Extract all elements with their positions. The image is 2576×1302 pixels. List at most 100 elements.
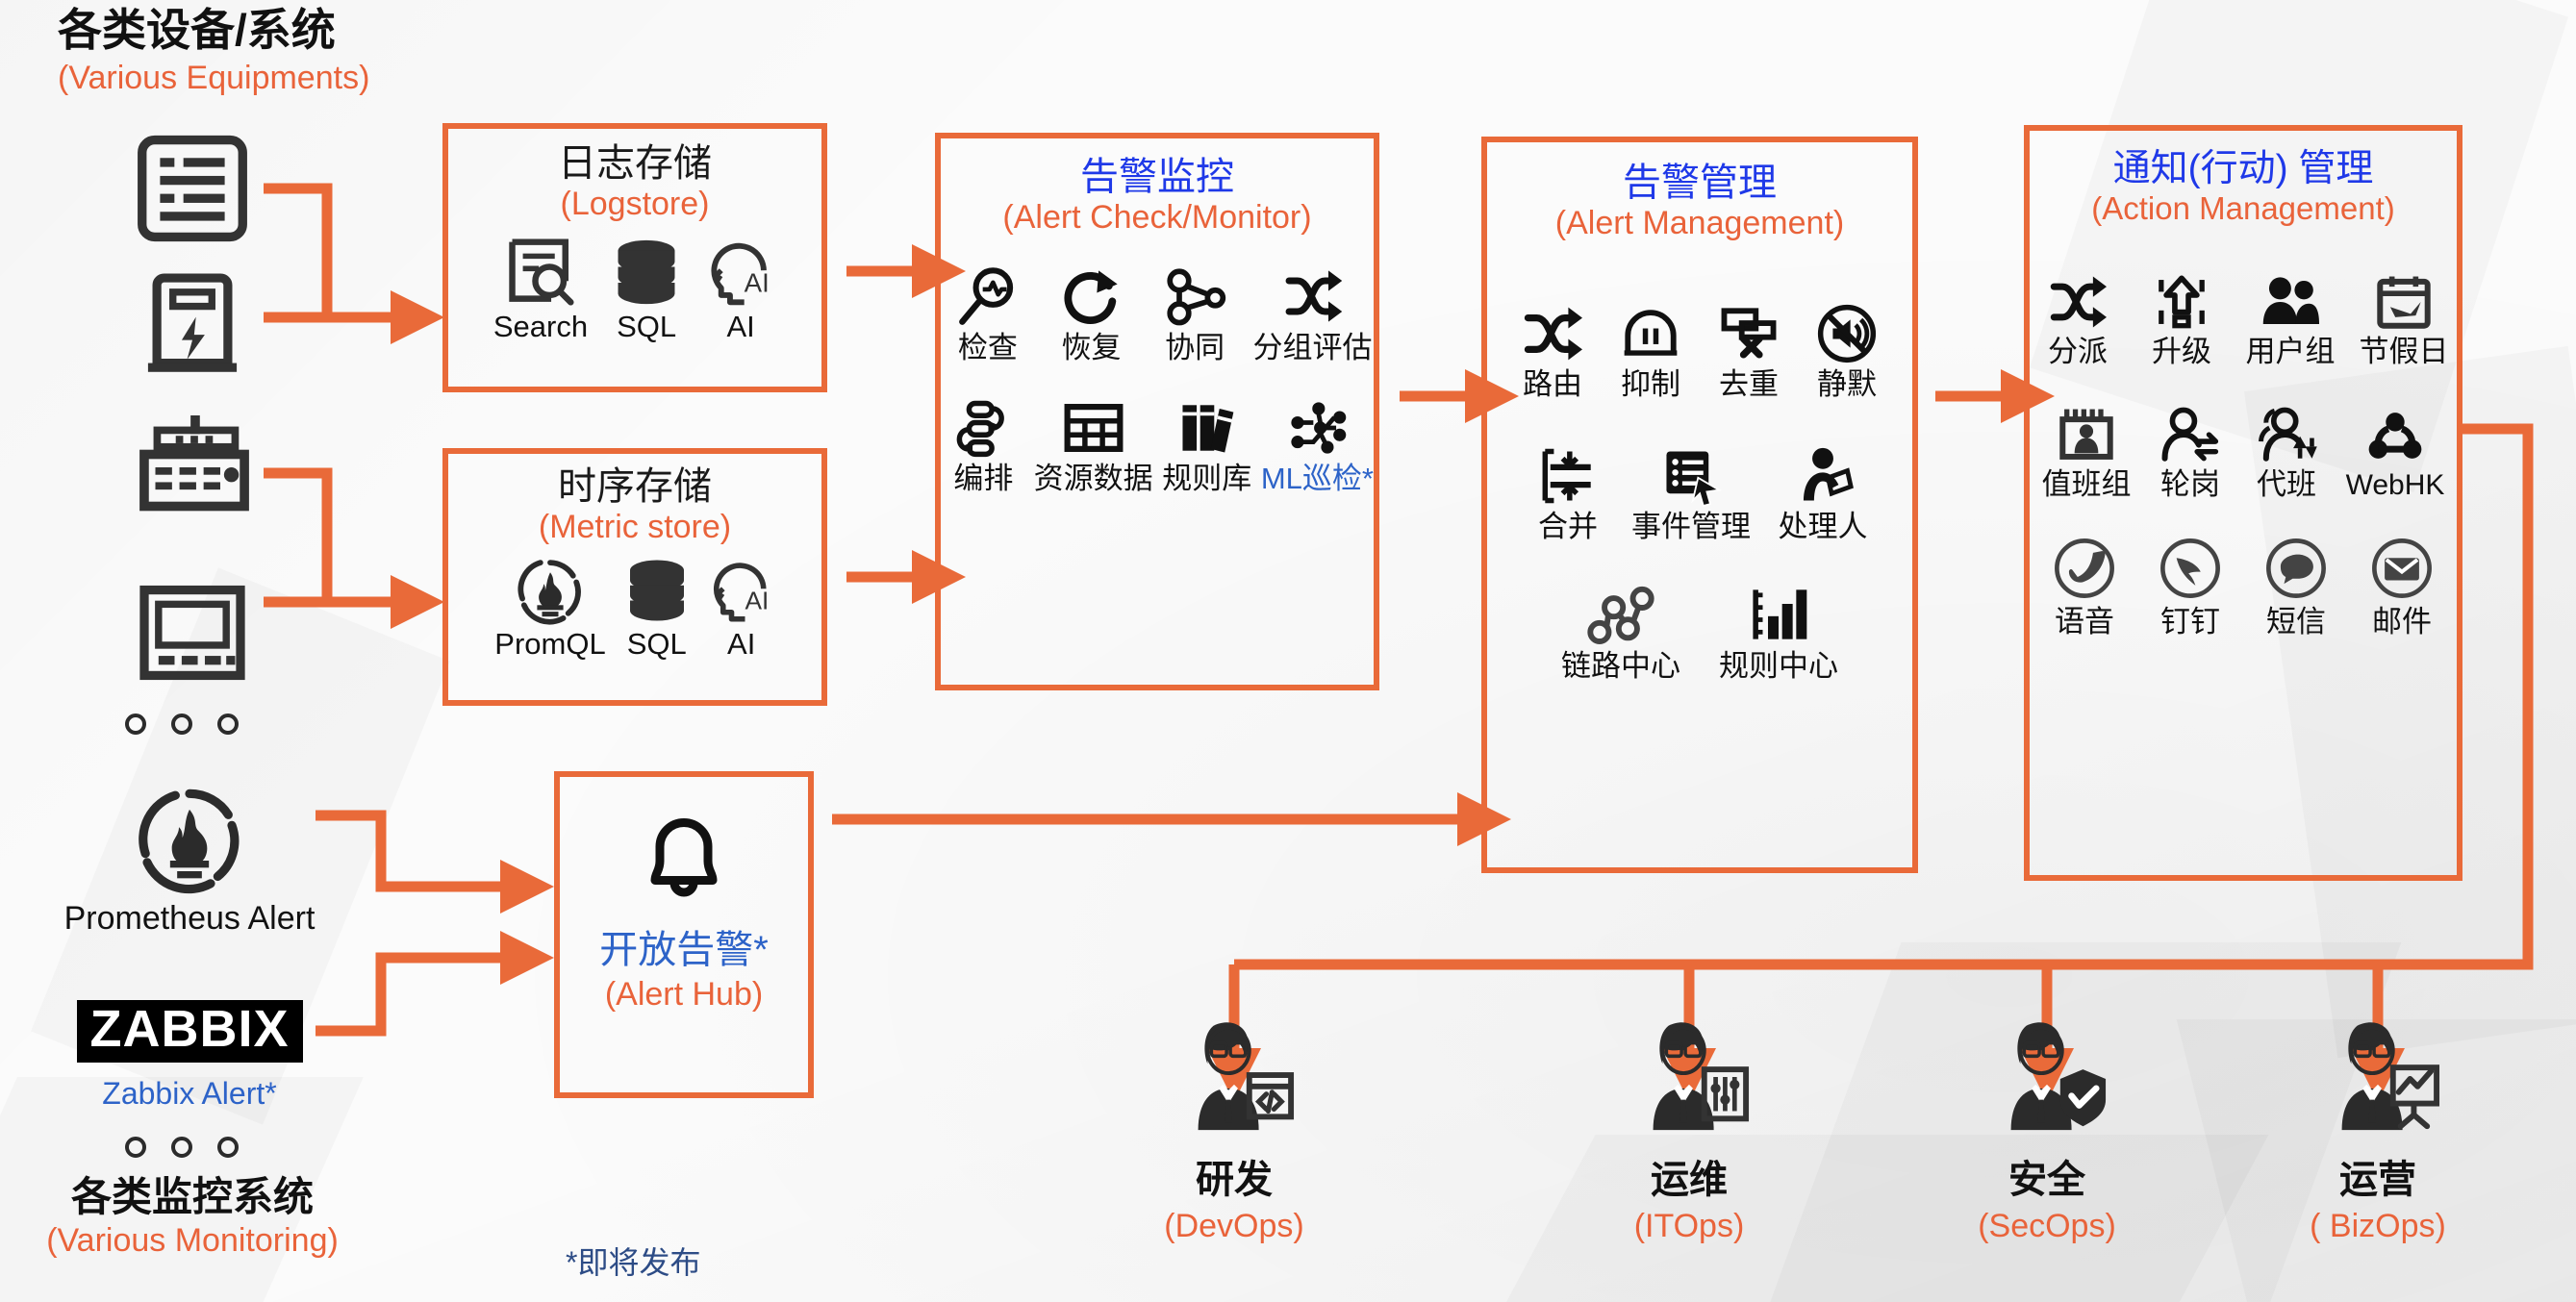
alert-check-item-ml-inspection[interactable]: ML巡检* bbox=[1261, 398, 1374, 495]
action-item-escalate[interactable]: 升级 bbox=[2134, 273, 2230, 368]
alert-mgmt-item-incident[interactable]: 事件管理 bbox=[1626, 446, 1756, 543]
persona-bizops-en: ( BizOps) bbox=[2310, 1208, 2446, 1244]
persona-secops-en: (SecOps) bbox=[1978, 1208, 2116, 1244]
refresh-circular-icon bbox=[1060, 265, 1124, 327]
alert-check-monitor-box[interactable]: 告警监控 (Alert Check/Monitor) 检查 恢复 协同 分组评估… bbox=[935, 133, 1379, 690]
alert-management-box[interactable]: 告警管理 (Alert Management) 路由 抑制 去重 静默 合并 事… bbox=[1481, 137, 1918, 873]
monitoring-heading-en: (Various Monitoring) bbox=[46, 1222, 339, 1260]
bar-chart-icon bbox=[1747, 584, 1810, 645]
action-item-sms[interactable]: 短信 bbox=[2248, 536, 2344, 638]
dot bbox=[217, 714, 239, 735]
alert-mgmt-title-en: (Alert Management) bbox=[1554, 204, 1845, 241]
action-management-box[interactable]: 通知(行动) 管理 (Action Management) 分派 升级 用户组 … bbox=[2024, 125, 2462, 881]
magnifier-pulse-icon bbox=[956, 265, 1020, 327]
persona-itops[interactable]: 运维 (ITOps) bbox=[1564, 1015, 1814, 1245]
ml-circuit-icon bbox=[1285, 398, 1349, 458]
alert-check-row-2: 编排 资源数据 规则库 ML巡检* bbox=[941, 398, 1374, 495]
alert-mgmt-item-suppress[interactable]: 抑制 bbox=[1607, 304, 1694, 401]
alert-check-label-rule-library: 规则库 bbox=[1162, 462, 1252, 496]
action-item-duty-group[interactable]: 值班组 bbox=[2033, 406, 2140, 501]
action-item-rotation[interactable]: 轮岗 bbox=[2144, 406, 2236, 501]
person-swap-icon bbox=[2159, 406, 2221, 463]
alert-check-item-resource-data[interactable]: 资源数据 bbox=[1034, 398, 1153, 495]
action-mgmt-row-1: 分派 升级 用户组 节假日 bbox=[2030, 273, 2457, 368]
logstore-item-ai[interactable]: AI AI bbox=[705, 238, 776, 343]
alert-check-label-ml-inspection: ML巡检* bbox=[1260, 462, 1374, 496]
persona-devops[interactable]: 研发 (DevOps) bbox=[1109, 1015, 1359, 1245]
alert-mgmt-item-silence[interactable]: 静默 bbox=[1804, 304, 1890, 401]
logstore-box[interactable]: 日志存储 (Logstore) Search SQL AI AI bbox=[442, 123, 827, 392]
power-cabinet-icon bbox=[142, 267, 242, 381]
dot bbox=[171, 1137, 192, 1158]
shuffle-arrows-icon bbox=[2047, 273, 2109, 331]
action-mgmt-title-en: (Action Management) bbox=[2091, 189, 2395, 226]
metricstore-item-promql[interactable]: PromQL bbox=[494, 558, 606, 661]
dot bbox=[125, 1137, 146, 1158]
metricstore-label-ai: AI bbox=[727, 626, 756, 661]
alert-check-item-group-eval[interactable]: 分组评估 bbox=[1251, 265, 1374, 364]
alert-check-row-1: 检查 恢复 协同 分组评估 bbox=[941, 265, 1374, 364]
action-item-webhook[interactable]: WebHK bbox=[2336, 407, 2454, 501]
alert-check-item-collab[interactable]: 协同 bbox=[1148, 265, 1242, 364]
mute-speaker-icon bbox=[1815, 304, 1879, 363]
alert-hub-box[interactable]: 开放告警* (Alert Hub) bbox=[554, 771, 814, 1098]
dot bbox=[125, 714, 146, 735]
search-document-icon bbox=[505, 238, 576, 306]
alert-check-label-collab: 协同 bbox=[1165, 330, 1225, 364]
sms-bubble-icon bbox=[2262, 536, 2330, 601]
alert-check-label-resource-data: 资源数据 bbox=[1033, 462, 1153, 496]
action-mgmt-row-3: 语音 钉钉 短信 邮件 bbox=[2030, 536, 2457, 638]
action-label-email: 邮件 bbox=[2372, 604, 2432, 638]
alert-mgmt-label-dedup: 去重 bbox=[1719, 366, 1779, 401]
alert-mgmt-title-cn: 告警管理 bbox=[1623, 162, 1777, 204]
ai-head-icon: AI bbox=[705, 238, 776, 306]
alert-mgmt-item-link-center[interactable]: 链路中心 bbox=[1555, 584, 1686, 683]
prometheus-logo-icon bbox=[60, 787, 319, 894]
metricstore-label-promql: PromQL bbox=[494, 626, 606, 661]
logstore-item-search[interactable]: Search bbox=[493, 238, 588, 343]
metricstore-item-ai[interactable]: AI AI bbox=[708, 558, 775, 661]
suppress-dome-icon bbox=[1619, 304, 1682, 363]
logstore-icon-row: Search SQL AI AI bbox=[448, 238, 821, 343]
alert-mgmt-item-merge[interactable]: 合并 bbox=[1524, 446, 1612, 543]
alert-mgmt-row-2: 合并 事件管理 处理人 bbox=[1487, 446, 1912, 543]
alert-mgmt-item-handler[interactable]: 处理人 bbox=[1770, 446, 1876, 543]
user-group-icon bbox=[2260, 273, 2321, 331]
alert-check-label-orchestration: 编排 bbox=[953, 462, 1014, 496]
logstore-item-sql[interactable]: SQL bbox=[611, 238, 682, 343]
action-label-dingtalk: 钉钉 bbox=[2160, 604, 2220, 638]
action-item-voice[interactable]: 语音 bbox=[2036, 536, 2133, 638]
books-icon bbox=[1175, 398, 1239, 458]
metricstore-item-sql[interactable]: SQL bbox=[623, 558, 691, 661]
alert-mgmt-item-dedup[interactable]: 去重 bbox=[1705, 304, 1792, 401]
persona-bizops[interactable]: 运营 ( BizOps) bbox=[2253, 1015, 2503, 1245]
action-label-escalate: 升级 bbox=[2152, 334, 2211, 368]
devops-person-icon bbox=[1109, 1015, 1359, 1139]
alert-mgmt-label-silence: 静默 bbox=[1817, 366, 1877, 401]
alert-mgmt-item-rule-center[interactable]: 规则中心 bbox=[1713, 584, 1844, 683]
alert-check-item-recover[interactable]: 恢复 bbox=[1045, 265, 1139, 364]
duty-calendar-person-icon bbox=[2056, 406, 2117, 463]
action-item-user-group[interactable]: 用户组 bbox=[2237, 273, 2343, 368]
action-item-assign[interactable]: 分派 bbox=[2030, 273, 2126, 368]
action-item-email[interactable]: 邮件 bbox=[2354, 536, 2450, 638]
action-item-substitute[interactable]: 代班 bbox=[2240, 406, 2333, 501]
dot bbox=[217, 1137, 239, 1158]
alert-hub-title-en: (Alert Hub) bbox=[604, 975, 764, 1013]
alert-check-label-inspect: 检查 bbox=[957, 330, 1018, 364]
equipments-heading-cn: 各类设备/系统 bbox=[58, 5, 336, 55]
action-item-dingtalk[interactable]: 钉钉 bbox=[2142, 536, 2238, 638]
action-item-holiday[interactable]: 节假日 bbox=[2351, 273, 2457, 368]
alert-check-item-inspect[interactable]: 检查 bbox=[941, 265, 1035, 364]
alert-mgmt-label-handler: 处理人 bbox=[1778, 510, 1868, 544]
webhook-icon bbox=[2364, 407, 2426, 464]
prometheus-alert-block: Prometheus Alert bbox=[60, 787, 319, 938]
persona-secops[interactable]: 安全 (SecOps) bbox=[1922, 1015, 2172, 1245]
metricstore-box[interactable]: 时序存储 (Metric store) PromQL SQL AI AI bbox=[442, 448, 827, 706]
alert-check-item-orchestration[interactable]: 编排 bbox=[941, 398, 1026, 495]
persona-devops-cn: 研发 bbox=[1196, 1159, 1273, 1201]
alert-check-item-rule-library[interactable]: 规则库 bbox=[1161, 398, 1253, 495]
logstore-title-en: (Logstore) bbox=[560, 185, 710, 222]
alert-mgmt-item-routing[interactable]: 路由 bbox=[1509, 304, 1596, 401]
zabbix-alert-label: Zabbix Alert* bbox=[102, 1075, 277, 1111]
